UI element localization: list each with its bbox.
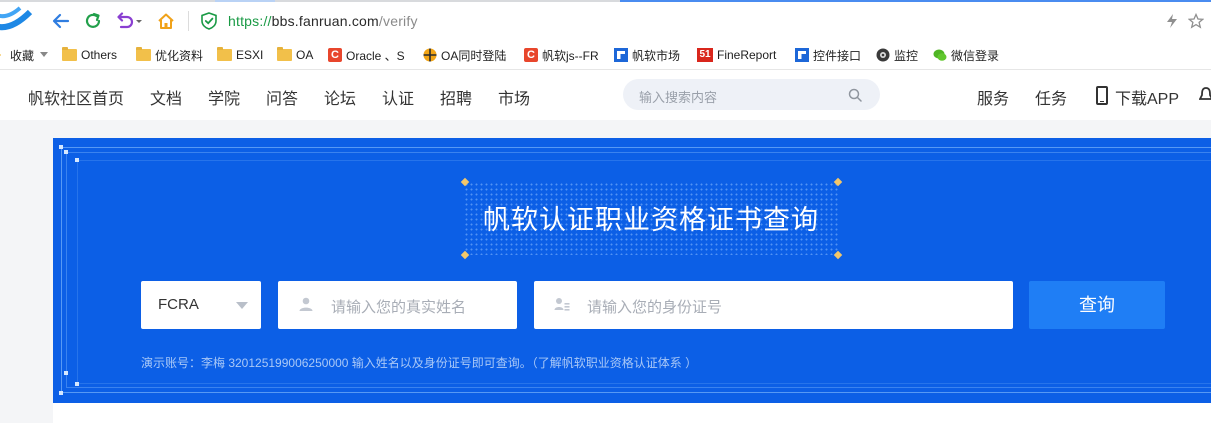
bookmark-oa[interactable]: OA — [277, 46, 313, 64]
frame-corner-dot — [64, 150, 68, 154]
cert-type-value: FCRA — [158, 296, 199, 313]
url-path: /verify — [378, 13, 418, 29]
bookmark-others[interactable]: Others — [62, 46, 117, 64]
nav-certification[interactable]: 认证 — [382, 85, 414, 109]
reload-button[interactable] — [82, 10, 104, 32]
id-number-input[interactable]: 请输入您的身份证号 — [534, 281, 1013, 329]
bookmark-label: 监控 — [894, 48, 919, 63]
frame-corner-dot — [59, 391, 63, 395]
search-placeholder: 输入搜索内容 — [639, 90, 718, 105]
bookmark-label: Oracle 、S — [346, 48, 405, 63]
bell-icon[interactable] — [1199, 86, 1211, 104]
content-area — [53, 403, 1211, 423]
id-number-placeholder: 请输入您的身份证号 — [587, 299, 723, 316]
frame-corner-dot — [59, 145, 63, 149]
demo-account-hint[interactable]: 演示账号：李梅 320125199006250000 输入姓名以及身份证号即可查… — [141, 354, 697, 371]
refresh-icon — [85, 12, 101, 28]
cert-type-select[interactable]: FCRA — [141, 281, 261, 329]
bookmark-wechat-login[interactable]: 微信登录 — [933, 46, 999, 64]
banner-title: 帆软认证职业资格证书查询 — [483, 205, 819, 235]
url-field[interactable]: https://bbs.fanruan.com/verify — [228, 13, 418, 29]
bookmark-optimize[interactable]: 优化资料 — [136, 46, 203, 64]
frame-corner-dot — [64, 371, 68, 375]
search-input[interactable]: 输入搜索内容 — [623, 79, 880, 110]
search-icon[interactable] — [848, 88, 862, 102]
secure-shield-icon — [201, 12, 217, 30]
bookmark-label: 微信登录 — [951, 48, 1000, 63]
address-toolbar: https://bbs.fanruan.com/verify — [0, 2, 1211, 38]
back-button[interactable] — [50, 10, 72, 32]
fanruan-icon — [614, 48, 628, 62]
nav-docs[interactable]: 文档 — [150, 85, 182, 109]
frame-corner-dot — [75, 382, 79, 386]
download-app-link[interactable]: 下载APP — [1115, 85, 1179, 109]
query-button[interactable]: 查询 — [1029, 281, 1165, 329]
bookmark-star-icon[interactable] — [1188, 13, 1204, 29]
bookmark-label: OA同时登陆 — [441, 48, 507, 63]
name-input[interactable]: 请输入您的真实姓名 — [278, 281, 517, 329]
home-icon — [158, 13, 174, 29]
wechat-icon — [933, 49, 947, 61]
camera-icon — [876, 48, 890, 62]
nav-tasks[interactable]: 任务 — [1035, 85, 1067, 109]
bookmark-label: 控件接口 — [813, 48, 862, 63]
bookmark-label: ESXI — [236, 48, 264, 62]
nav-jobs[interactable]: 招聘 — [440, 85, 472, 109]
bookmark-fanruan-js[interactable]: C 帆软js--FR — [524, 46, 599, 64]
arrow-left-icon — [52, 13, 70, 29]
chevron-down-icon — [40, 52, 49, 57]
nav-qa[interactable]: 问答 — [266, 85, 298, 109]
nav-market[interactable]: 市场 — [498, 85, 530, 109]
bookmark-label: OA — [296, 48, 314, 62]
51-icon: 51 — [697, 48, 713, 62]
bookmark-label: Others — [81, 48, 118, 62]
verify-banner: 帆软认证职业资格证书查询 FCRA 请输入您的真实姓名 请输入您的身份证号 查询 — [53, 138, 1211, 403]
nav-home[interactable]: 帆软社区首页 — [28, 85, 124, 109]
browser-logo-icon — [0, 6, 33, 31]
star-icon — [0, 54, 1, 56]
phone-icon — [1096, 86, 1108, 105]
name-placeholder: 请输入您的真实姓名 — [331, 299, 467, 316]
bookmark-label: 收藏 — [10, 48, 35, 63]
bookmark-fanruan-market[interactable]: 帆软市场 — [614, 46, 680, 64]
url-scheme: https:// — [228, 13, 272, 29]
id-card-icon — [554, 298, 570, 311]
nav-service[interactable]: 服务 — [977, 85, 1009, 109]
lightning-icon[interactable] — [1164, 13, 1180, 29]
folder-icon — [62, 47, 77, 61]
home-button[interactable] — [155, 10, 177, 32]
bookmark-label: 帆软市场 — [632, 48, 681, 63]
bookmark-oracle[interactable]: C Oracle 、S — [328, 46, 405, 64]
undo-close-button[interactable] — [114, 10, 146, 32]
user-icon — [299, 297, 313, 311]
bookmarks-bar: 收藏 Others 优化资料 ESXI OA C Oracle 、S OA同时登… — [0, 40, 1211, 70]
bookmark-oa-login[interactable]: OA同时登陆 — [423, 46, 506, 64]
bookmark-finereport[interactable]: 51 FineReport — [697, 46, 776, 64]
toolbar-divider — [188, 11, 189, 31]
bookmark-label: 帆软js--FR — [542, 48, 599, 63]
frame-corner-dot — [75, 158, 79, 162]
nav-forum[interactable]: 论坛 — [324, 85, 356, 109]
bookmark-label: FineReport — [717, 48, 777, 62]
folder-icon — [217, 47, 232, 61]
bookmark-control-api[interactable]: 控件接口 — [795, 46, 861, 64]
nav-academy[interactable]: 学院 — [208, 85, 240, 109]
csdn-icon: C — [328, 48, 342, 62]
bookmark-favorites[interactable]: 收藏 — [0, 46, 49, 64]
folder-icon — [136, 47, 151, 61]
globe-icon — [423, 48, 437, 62]
bookmark-label: 优化资料 — [155, 48, 204, 63]
bookmark-esxi[interactable]: ESXI — [217, 46, 263, 64]
undo-icon — [117, 12, 142, 29]
url-host: bbs.fanruan.com — [271, 13, 379, 29]
bookmark-monitor[interactable]: 监控 — [876, 46, 918, 64]
fanruan-icon — [795, 48, 809, 62]
browser-window: https://bbs.fanruan.com/verify 收藏 Others… — [0, 0, 1211, 423]
csdn-icon: C — [524, 48, 538, 62]
folder-icon — [277, 47, 292, 61]
chevron-down-icon — [236, 302, 248, 309]
site-header: 帆软社区首页 文档 学院 问答 论坛 认证 招聘 市场 输入搜索内容 服务 任务… — [0, 71, 1211, 120]
